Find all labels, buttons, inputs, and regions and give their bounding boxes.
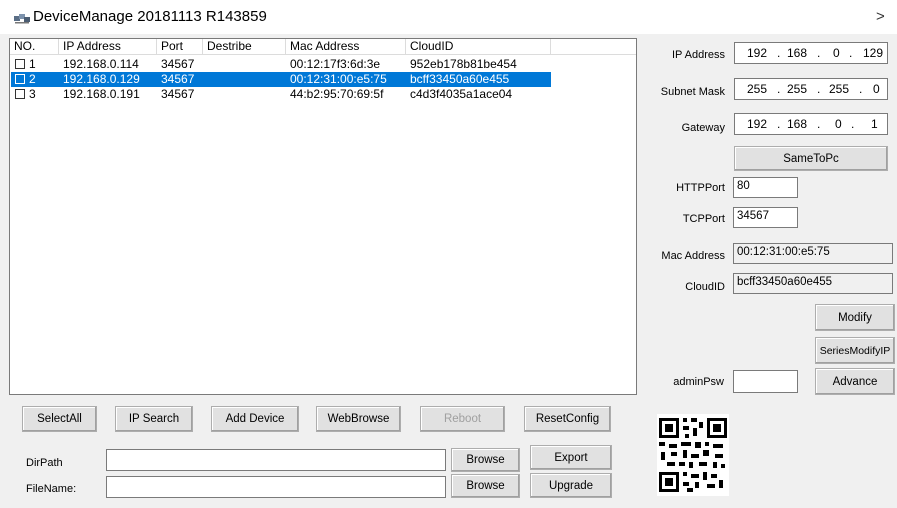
modify-button[interactable]: Modify <box>815 304 895 331</box>
dirpath-input[interactable] <box>106 449 446 471</box>
gateway-octet: 168 <box>787 117 808 131</box>
ip-dot: . <box>859 82 863 96</box>
same-to-pc-button[interactable]: SameToPc <box>734 146 888 171</box>
row-mac: 44:b2:95:70:69:5f <box>290 87 384 101</box>
row-port: 34567 <box>161 57 195 71</box>
series-modify-ip-button[interactable]: SeriesModifyIP <box>815 337 895 364</box>
ip-octet: 192 <box>747 46 768 60</box>
advance-button[interactable]: Advance <box>815 368 895 395</box>
table-row[interactable]: 1 192.168.0.114 34567 00:12:17f3:6d:3e 9… <box>11 57 551 72</box>
subnet-mask-label: Subnet Mask <box>660 86 725 98</box>
cloudid-label: CloudID <box>685 281 725 293</box>
ip-octet: 168 <box>787 46 808 60</box>
tcp-port-label: TCPPort <box>682 213 725 225</box>
row-mac: 00:12:17f3:6d:3e <box>290 57 381 71</box>
filename-label: FileName: <box>26 483 77 495</box>
gateway-input[interactable]: 192 . 168 . 0 . 1 <box>734 113 888 135</box>
column-header-empty <box>551 39 636 55</box>
ip-octet: 0 <box>833 46 840 60</box>
title-bar: DeviceManage 20181113 R143859 > <box>0 0 897 34</box>
row-ip: 192.168.0.191 <box>63 87 140 101</box>
tcp-port-input[interactable]: 34567 <box>733 207 798 228</box>
gateway-octet: 192 <box>747 117 768 131</box>
ip-address-input[interactable]: 192 . 168 . 0 . 129 <box>734 42 888 64</box>
row-port: 34567 <box>161 72 195 86</box>
column-header-port[interactable]: Port <box>157 39 203 55</box>
ip-dot: . <box>817 46 821 60</box>
ip-octet: 129 <box>863 46 884 60</box>
ip-search-button[interactable]: IP Search <box>115 406 193 432</box>
row-number: 2 <box>29 72 36 86</box>
qr-code-icon <box>657 414 729 496</box>
network-devices-icon <box>14 14 30 24</box>
table-row-selected[interactable]: 2 192.168.0.129 34567 00:12:31:00:e5:75 … <box>11 72 551 87</box>
row-cloudid: c4d3f4035a1ace04 <box>410 87 513 101</box>
reboot-button[interactable]: Reboot <box>420 406 505 432</box>
row-number: 3 <box>29 87 36 101</box>
row-checkbox[interactable] <box>15 89 25 99</box>
row-ip: 192.168.0.114 <box>63 57 139 71</box>
row-ip: 192.168.0.129 <box>63 72 140 86</box>
dirpath-label: DirPath <box>26 457 63 469</box>
ip-dot: . <box>817 117 821 131</box>
mac-address-field: 00:12:31:00:e5:75 <box>733 243 893 264</box>
select-all-button[interactable]: SelectAll <box>22 406 97 432</box>
reset-config-button[interactable]: ResetConfig <box>524 406 611 432</box>
column-header-mac[interactable]: Mac Address <box>286 39 406 55</box>
browse-dirpath-button[interactable]: Browse <box>451 448 520 472</box>
ip-dot: . <box>817 82 821 96</box>
web-browse-button[interactable]: WebBrowse <box>316 406 401 432</box>
column-header-ip[interactable]: IP Address <box>59 39 157 55</box>
admin-password-label: adminPsw <box>673 376 724 388</box>
row-cloudid: 952eb178b81be454 <box>410 57 517 71</box>
export-button[interactable]: Export <box>530 445 612 470</box>
add-device-button[interactable]: Add Device <box>211 406 299 432</box>
table-row[interactable]: 3 192.168.0.191 34567 44:b2:95:70:69:5f … <box>11 87 551 102</box>
window-title: DeviceManage 20181113 R143859 <box>33 8 267 25</box>
column-header-describe[interactable]: Destribe <box>203 39 286 55</box>
subnet-octet: 255 <box>829 82 850 96</box>
upgrade-button[interactable]: Upgrade <box>530 473 612 498</box>
gateway-octet: 1 <box>871 117 878 131</box>
ip-address-label: IP Address <box>672 49 725 61</box>
filename-input[interactable] <box>106 476 446 498</box>
ip-dot: . <box>849 46 853 60</box>
row-port: 34567 <box>161 87 195 101</box>
row-cloudid: bcff33450a60e455 <box>410 72 510 86</box>
gateway-label: Gateway <box>681 122 725 134</box>
column-header-cloudid[interactable]: CloudID <box>406 39 551 55</box>
row-mac: 00:12:31:00:e5:75 <box>290 72 387 86</box>
http-port-input[interactable]: 80 <box>733 177 798 198</box>
http-port-label: HTTPPort <box>676 182 725 194</box>
ip-dot: . <box>777 82 781 96</box>
device-list[interactable]: NO. IP Address Port Destribe Mac Address… <box>9 38 637 395</box>
column-header-no[interactable]: NO. <box>10 39 59 55</box>
row-checkbox[interactable] <box>15 74 25 84</box>
ip-dot: . <box>777 117 781 131</box>
admin-password-input[interactable] <box>733 370 798 393</box>
close-chevron-icon[interactable]: > <box>876 8 885 25</box>
subnet-octet: 255 <box>747 82 768 96</box>
row-checkbox[interactable] <box>15 59 25 69</box>
ip-dot: . <box>851 117 855 131</box>
browse-filename-button[interactable]: Browse <box>451 474 520 498</box>
cloudid-field: bcff33450a60e455 <box>733 273 893 294</box>
subnet-mask-input[interactable]: 255 . 255 . 255 . 0 <box>734 78 888 100</box>
gateway-octet: 0 <box>835 117 842 131</box>
row-number: 1 <box>29 57 36 71</box>
subnet-octet: 0 <box>873 82 880 96</box>
subnet-octet: 255 <box>787 82 808 96</box>
ip-dot: . <box>777 46 781 60</box>
mac-address-label: Mac Address <box>661 250 725 262</box>
